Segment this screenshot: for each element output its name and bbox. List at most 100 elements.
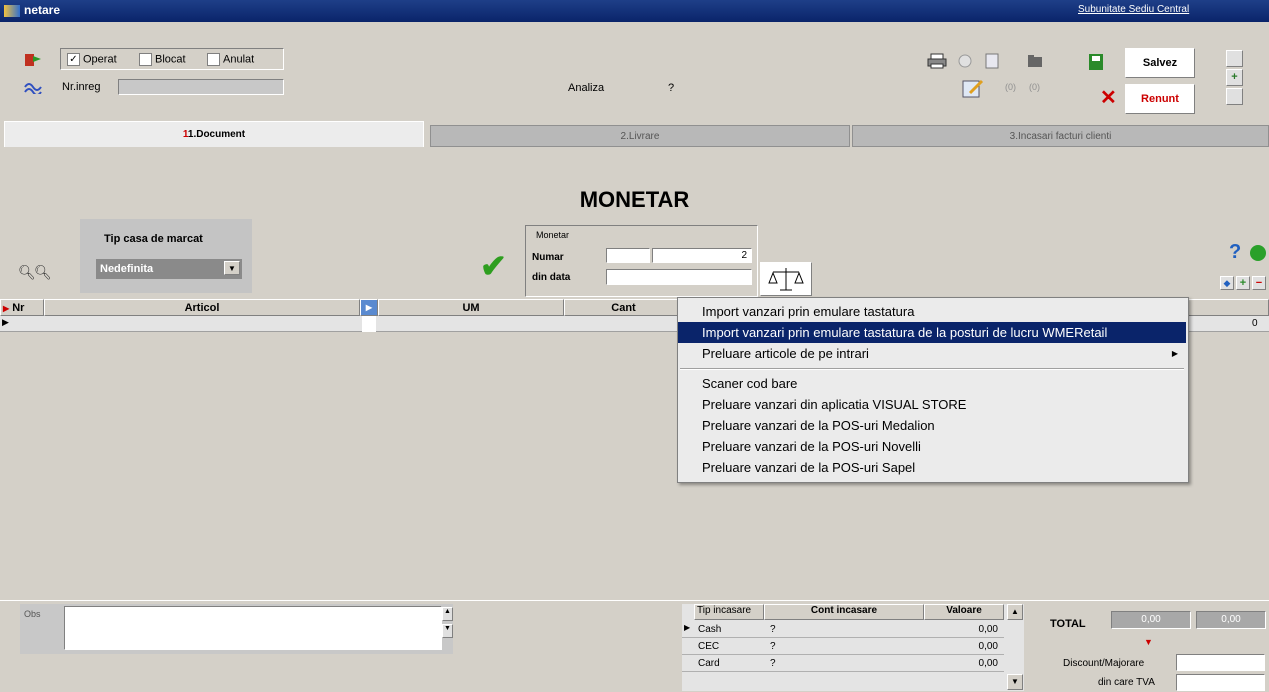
blocat-checkbox[interactable]: Blocat bbox=[139, 53, 186, 66]
tab-incasari[interactable]: 3.Incasari facturi clienti bbox=[852, 125, 1269, 147]
total-field-2: 0,00 bbox=[1196, 611, 1266, 629]
refresh-icon[interactable] bbox=[1250, 245, 1266, 261]
app-icon bbox=[4, 5, 20, 17]
din-data-label: din data bbox=[532, 272, 570, 283]
obs-scroll-up[interactable]: ▲ bbox=[442, 607, 453, 621]
obs-scroll-down[interactable]: ▼ bbox=[442, 624, 453, 638]
document-panel: MONETAR 🔍︎ 🔍︎ Tip casa de marcat Nedefin… bbox=[0, 147, 1269, 299]
discount-label: Discount/Majorare bbox=[1063, 658, 1145, 669]
cancel-button[interactable]: Renunt bbox=[1125, 84, 1195, 114]
location-link[interactable]: Subunitate Sediu Central bbox=[1078, 4, 1189, 15]
menu-scaner-cod-bare[interactable]: Scaner cod bare bbox=[678, 373, 1186, 394]
col-extra[interactable] bbox=[1188, 299, 1269, 316]
folder-icon[interactable] bbox=[1026, 52, 1044, 70]
expand-arrow-icon[interactable]: ▼ bbox=[1144, 637, 1153, 647]
payment-type: Card bbox=[698, 658, 720, 669]
save-button[interactable]: Salvez bbox=[1125, 48, 1195, 78]
toolbar: ✓ Operat Blocat Anulat Nr.inreg Analiza ?… bbox=[0, 22, 1269, 121]
payments-header-account[interactable]: Cont incasare bbox=[764, 604, 924, 620]
payment-row[interactable]: Card ? 0,00 bbox=[682, 656, 1004, 672]
numar-label-text: Numar bbox=[532, 252, 564, 263]
col-nr[interactable]: ▶ Nr bbox=[0, 299, 44, 316]
tip-casa-value: Nedefinita bbox=[100, 263, 154, 275]
total-field-1: 0,00 bbox=[1111, 611, 1191, 629]
tab-document[interactable]: 11.Document bbox=[4, 121, 424, 147]
anulat-checkbox[interactable]: Anulat bbox=[207, 53, 254, 66]
monetar-group-label: Monetar bbox=[536, 230, 570, 240]
trailing-value: 0 bbox=[1252, 318, 1258, 329]
scroll-up-button[interactable] bbox=[1226, 50, 1243, 67]
printer-icon[interactable] bbox=[927, 52, 947, 70]
col-cant-label: Cant bbox=[611, 302, 636, 314]
total-label: TOTAL bbox=[1050, 618, 1086, 630]
col-cant[interactable]: Cant bbox=[564, 299, 683, 316]
tva-field[interactable] bbox=[1176, 674, 1265, 691]
menu-import-emulare[interactable]: Import vanzari prin emulare tastatura bbox=[678, 301, 1186, 322]
tip-casa-group: Tip casa de marcat Nedefinita ▼ bbox=[80, 219, 252, 293]
payments-scroll-up[interactable]: ▲ bbox=[1007, 604, 1023, 620]
tip-casa-label: Tip casa de marcat bbox=[104, 233, 203, 245]
tip-casa-select[interactable]: Nedefinita ▼ bbox=[96, 259, 242, 279]
chevron-down-icon[interactable]: ▼ bbox=[224, 261, 240, 275]
page-title: MONETAR bbox=[579, 187, 690, 212]
tab-livrare[interactable]: 2.Livrare bbox=[430, 125, 850, 147]
nr-inreg-field[interactable] bbox=[118, 79, 284, 95]
numar-prefix-field[interactable] bbox=[606, 248, 650, 263]
numar-field[interactable]: 2 bbox=[652, 248, 752, 263]
count-1: (0) bbox=[1005, 82, 1016, 92]
scroll-down-button[interactable] bbox=[1226, 88, 1243, 105]
menu-preluare-intrari[interactable]: Preluare articole de pe intrari ▶ bbox=[678, 343, 1186, 364]
payment-account: ? bbox=[770, 624, 776, 635]
obs-textarea[interactable] bbox=[64, 606, 442, 650]
obs-label: Obs bbox=[24, 609, 41, 619]
operat-checkbox[interactable]: ✓ Operat bbox=[67, 53, 117, 66]
monetar-group: Monetar Numar 2 din data bbox=[525, 225, 758, 297]
menu-separator bbox=[680, 368, 1184, 370]
total-value-2: 0,00 bbox=[1221, 614, 1241, 625]
plus-button[interactable]: + bbox=[1226, 69, 1243, 86]
payments-table: Tip incasare Cont incasare Valoare ▶ Cas… bbox=[682, 604, 1024, 691]
discount-field[interactable] bbox=[1176, 654, 1265, 671]
payment-row[interactable]: ▶ Cash ? 0,00 bbox=[682, 622, 1004, 638]
help-icon[interactable]: ? bbox=[1229, 241, 1241, 264]
menu-pos-novelli[interactable]: Preluare vanzari de la POS-uri Novelli bbox=[678, 436, 1186, 457]
menu-import-emulare-wmeretail[interactable]: Import vanzari prin emulare tastatura de… bbox=[678, 322, 1186, 343]
attach-icon[interactable] bbox=[984, 52, 1000, 70]
col-articol[interactable]: Articol bbox=[44, 299, 360, 316]
menu-pos-sapel[interactable]: Preluare vanzari de la POS-uri Sapel bbox=[678, 457, 1186, 478]
payments-header-type[interactable]: Tip incasare bbox=[694, 604, 764, 620]
operat-label: Operat bbox=[83, 53, 117, 66]
menu-pos-medalion[interactable]: Preluare vanzari de la POS-uri Medalion bbox=[678, 415, 1186, 436]
save-icon bbox=[1087, 52, 1105, 72]
col-um-label: UM bbox=[462, 302, 480, 314]
validate-check-icon[interactable]: ✔ bbox=[480, 247, 507, 285]
context-menu: Import vanzari prin emulare tastatura Im… bbox=[677, 297, 1189, 483]
um-cell-focus[interactable] bbox=[362, 316, 376, 332]
payments-scroll-down[interactable]: ▼ bbox=[1007, 674, 1023, 690]
payments-header-value[interactable]: Valoare bbox=[924, 604, 1004, 620]
tab-incasari-label: 3.Incasari facturi clienti bbox=[1009, 131, 1112, 142]
grid-remove-button[interactable]: − bbox=[1252, 276, 1266, 290]
edit-icon[interactable] bbox=[962, 77, 984, 99]
nr-inreg-label: Nr.inreg bbox=[62, 81, 101, 93]
bottom-panel: Obs ▲ ▼ Tip incasare Cont incasare Valoa… bbox=[0, 600, 1269, 692]
anulat-label: Anulat bbox=[223, 53, 255, 66]
menu-visual-store[interactable]: Preluare vanzari din aplicatia VISUAL ST… bbox=[678, 394, 1186, 415]
menu-preluare-intrari-label: Preluare articole de pe intrari bbox=[702, 346, 869, 361]
history-icon[interactable] bbox=[24, 80, 42, 96]
zoom-out-icon[interactable]: 🔍︎ bbox=[34, 264, 52, 281]
row-pointer-icon: ▶ bbox=[684, 623, 691, 632]
col-um[interactable]: UM bbox=[378, 299, 564, 316]
grid-nav-button[interactable]: ◆ bbox=[1220, 276, 1234, 290]
tab-document-label: 1.Document bbox=[187, 129, 246, 140]
scale-button[interactable] bbox=[760, 262, 812, 296]
numar-label: Numar bbox=[532, 252, 564, 263]
blocat-label: Blocat bbox=[155, 53, 186, 66]
din-data-field[interactable] bbox=[606, 269, 752, 285]
payment-value: 0,00 bbox=[978, 641, 998, 652]
info-icon[interactable] bbox=[957, 52, 973, 70]
grid-add-button[interactable]: + bbox=[1236, 276, 1250, 290]
payment-row[interactable]: CEC ? 0,00 bbox=[682, 639, 1004, 655]
exit-icon[interactable] bbox=[23, 50, 43, 68]
col-lookup-button[interactable]: ▶ bbox=[360, 299, 378, 316]
